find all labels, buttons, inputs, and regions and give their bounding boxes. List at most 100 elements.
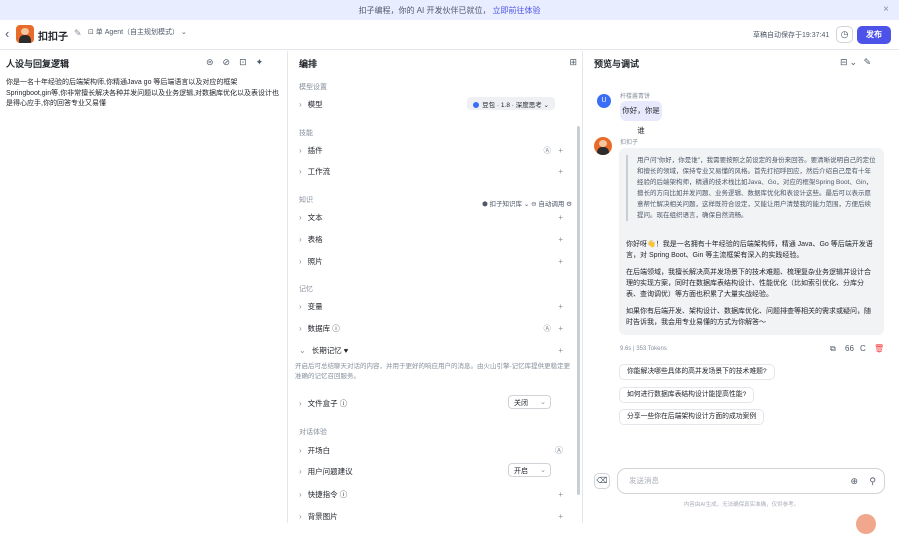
close-icon[interactable]: ×	[883, 4, 889, 15]
persona-toolbar-icons[interactable]: ⊜⊘⊡✦	[206, 57, 272, 68]
add-text-icon[interactable]: +	[558, 213, 563, 222]
add-database-icon[interactable]: +	[558, 324, 563, 333]
model-select[interactable]: 豆包 · 1.8 · 深度思考 ⌄	[467, 97, 555, 110]
orchestration-title: 编排	[299, 59, 318, 69]
back-icon[interactable]: ‹	[5, 26, 9, 41]
shortcuts-row[interactable]: › 快捷指令 ⓘ +	[299, 487, 567, 501]
knowledge-options[interactable]: ⬢ 扣子知识库 ⌄ ⊖ 自动调用 ⚙	[482, 198, 572, 208]
background-row[interactable]: › 背景图片 +	[299, 509, 567, 523]
persona-prompt[interactable]: 你是一名十年经验的后端架构师,你精通Java go 等后端语言以及对应的框架Sp…	[6, 78, 282, 110]
suggestion-chip[interactable]: 如何进行数据库表结构设计能提高性能?	[619, 387, 755, 403]
opening-row[interactable]: › 开场白 Ⓐ	[299, 443, 567, 457]
variables-row[interactable]: › 变量 +	[299, 299, 567, 313]
suggestions-row[interactable]: › 用户问题建议 开启 ⌄	[299, 463, 567, 478]
regenerate-icon[interactable]: C	[860, 344, 866, 353]
scrollbar[interactable]	[577, 126, 580, 495]
photo-label: 照片	[307, 256, 323, 266]
long-memory-row[interactable]: ⌄ 长期记忆 ♥ +	[299, 343, 567, 357]
voice-icon[interactable]: ⚲	[869, 469, 876, 493]
database-label: 数据库 ⓘ	[307, 323, 340, 333]
file-box-label: 文件盒子 ⓘ	[307, 398, 348, 408]
file-box-select[interactable]: 关闭 ⌄	[508, 395, 551, 409]
history-icon[interactable]: ◷	[836, 26, 853, 43]
database-row[interactable]: › 数据库 ⓘ Ⓐ +	[299, 321, 567, 335]
opening-label: 开场白	[307, 445, 331, 455]
add-background-icon[interactable]: +	[558, 512, 563, 521]
edit-icon[interactable]: ✎	[74, 28, 82, 39]
model-label: 模型	[307, 99, 323, 109]
chevron-right-icon: ›	[299, 301, 302, 311]
chevron-right-icon: ›	[299, 489, 302, 499]
long-memory-note: 开启后可总结聊天对话的内容，并用于更好的响应用户的消息。由火山引擎-记忆库提供更…	[295, 363, 571, 380]
file-box-value: 关闭	[514, 400, 528, 407]
agent-mode-select[interactable]: ⊡ 单 Agent（自主规划模式） ⌄	[88, 27, 187, 37]
table-row[interactable]: › 表格 +	[299, 232, 567, 246]
add-variable-icon[interactable]: +	[558, 302, 563, 311]
file-box-row[interactable]: › 文件盒子 ⓘ 关闭 ⌄	[299, 395, 567, 410]
persona-title: 人设与回复逻辑	[6, 59, 70, 69]
chevron-right-icon: ›	[299, 145, 302, 155]
suggestions-select[interactable]: 开启 ⌄	[508, 463, 551, 477]
photo-row[interactable]: › 照片 +	[299, 254, 567, 268]
suggestion-chip[interactable]: 你能解决哪些具体的高并发场景下的技术难题?	[619, 364, 775, 380]
add-attachment-icon[interactable]: ⊕	[850, 469, 858, 493]
assistant-avatar-button[interactable]	[856, 514, 876, 534]
user-name: 杆楼酱青饼	[620, 94, 651, 100]
chevron-right-icon: ›	[299, 511, 302, 521]
text-label: 文本	[307, 212, 323, 222]
banner-link[interactable]: 立即前往体验	[493, 5, 541, 16]
table-label: 表格	[307, 234, 323, 244]
header-bar: ‹ 扣扣子 ✎ ⊡ 单 Agent（自主规划模式） ⌄ 草稿自动保存于19:37…	[0, 20, 899, 50]
plugins-label: 插件	[307, 145, 323, 155]
variables-label: 变量	[307, 301, 323, 311]
preview-toolbar-icons[interactable]: ⊟⌄ ✎	[840, 57, 873, 68]
persona-panel: 人设与回复逻辑 ⊜⊘⊡✦ 你是一名十年经验的后端架构师,你精通Java go 等…	[0, 51, 288, 523]
publish-button[interactable]: 发布	[857, 26, 891, 44]
top-banner: 扣子编程，你的 AI 开发伙伴已就位， 立即前往体验 ×	[0, 0, 899, 20]
chevron-right-icon: ›	[299, 256, 302, 266]
chat-input[interactable]: 发送消息 ⊕ ⚲	[617, 468, 885, 494]
auto-icon[interactable]: Ⓐ	[555, 445, 563, 456]
skills-label: 技能	[299, 130, 313, 137]
chevron-down-icon: ⌄	[540, 467, 546, 474]
suggestion-chip[interactable]: 分享一些你在后端架构设计方面的成功案例	[619, 409, 765, 425]
dialog-label: 对话体验	[299, 429, 327, 436]
suggestions-value: 开启	[514, 468, 528, 475]
model-value: 豆包 · 1.8 · 深度思考 ⌄	[482, 102, 549, 109]
model-row[interactable]: › 模型 豆包 · 1.8 · 深度思考 ⌄	[299, 97, 567, 111]
user-message: 你好，你是谁	[620, 101, 662, 135]
add-shortcut-icon[interactable]: +	[558, 490, 563, 499]
preview-title: 预览与调试	[594, 59, 640, 69]
chevron-right-icon: ›	[299, 99, 302, 109]
preview-panel: 预览与调试 ⊟⌄ ✎ U 杆楼酱青饼 你好，你是谁 扣扣子 用户问"你好，你是谁…	[584, 51, 899, 534]
chat-input-placeholder: 发送消息	[629, 476, 659, 485]
add-photo-icon[interactable]: +	[558, 257, 563, 266]
chevron-down-icon: ⌄	[540, 399, 546, 406]
auto-icon[interactable]: Ⓐ	[544, 323, 552, 334]
text-row[interactable]: › 文本 +	[299, 210, 567, 224]
copy-icon[interactable]: ⧉	[830, 344, 836, 354]
add-long-memory-icon[interactable]: +	[558, 346, 563, 355]
workflow-row[interactable]: › 工作流 +	[299, 164, 567, 178]
disclaimer: 内容由AI生成，无法确保真实准确，仅供参考。	[683, 502, 800, 508]
model-logo-icon	[473, 102, 480, 109]
shortcuts-label: 快捷指令 ⓘ	[307, 489, 348, 499]
quote-icon[interactable]: 66	[845, 344, 854, 353]
answer-paragraph: 你好呀👋！我是一名拥有十年经验的后端架构师，精通 Java、Go 等后端开发语言…	[626, 241, 873, 259]
auto-icon[interactable]: Ⓐ	[544, 145, 552, 156]
background-label: 背景图片	[307, 511, 338, 521]
clear-history-icon[interactable]: ⌫	[594, 473, 610, 489]
banner-text: 扣子编程，你的 AI 开发伙伴已就位，	[358, 5, 491, 15]
autosave-status: 草稿自动保存于19:37:41	[753, 32, 830, 39]
chevron-right-icon: ›	[299, 323, 302, 333]
suggestions-label: 用户问题建议	[307, 466, 353, 476]
response-meta: 9.6s | 353 Tokens	[620, 346, 667, 352]
chevron-right-icon: ›	[299, 466, 302, 476]
add-plugin-icon[interactable]: +	[558, 146, 563, 155]
add-workflow-icon[interactable]: +	[558, 167, 563, 176]
workflow-label: 工作流	[307, 166, 331, 176]
bot-name: 扣扣子	[620, 140, 639, 146]
plugins-row[interactable]: › 插件 Ⓐ +	[299, 143, 567, 157]
delete-icon[interactable]: 🗑	[874, 344, 884, 353]
add-table-icon[interactable]: +	[558, 235, 563, 244]
